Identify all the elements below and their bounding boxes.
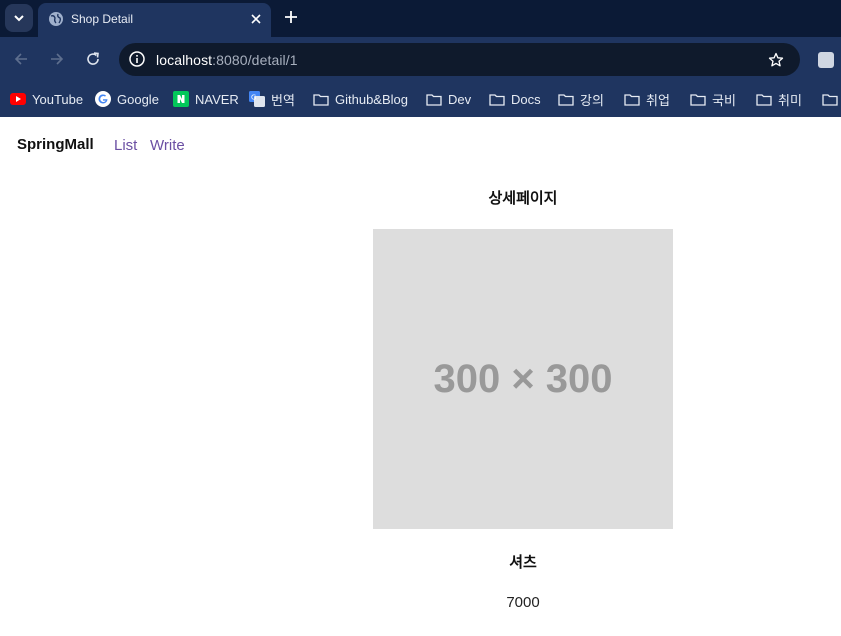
folder-icon — [426, 91, 442, 107]
bookmark-label: NAVER — [195, 91, 239, 107]
folder-icon — [624, 91, 640, 107]
plus-icon — [285, 11, 297, 23]
back-button[interactable] — [10, 48, 32, 70]
tab-title: Shop Detail — [71, 12, 134, 26]
forward-button[interactable] — [46, 48, 68, 70]
active-tab[interactable]: Shop Detail — [38, 3, 271, 37]
arrow-right-icon — [51, 53, 64, 65]
youtube-icon — [10, 91, 26, 107]
bookmark-label: 취업 — [646, 92, 670, 108]
url-text: localhost:8080/detail/1 — [156, 52, 298, 68]
folder-icon — [558, 91, 574, 107]
bookmark-folder-hobby[interactable]: 취미 — [756, 90, 802, 108]
nav-link-list[interactable]: List — [114, 137, 137, 154]
folder-icon — [313, 91, 329, 107]
folder-icon — [489, 91, 505, 107]
bookmark-label: Dev — [448, 91, 472, 107]
nav-link-write[interactable]: Write — [150, 137, 185, 154]
bookmark-label: 국비 — [712, 92, 736, 108]
bookmark-label: Google — [117, 91, 159, 107]
bookmark-youtube[interactable]: YouTube — [10, 90, 83, 108]
page-heading: 상세페이지 — [488, 190, 558, 207]
reload-icon — [87, 52, 99, 65]
tab-search-button[interactable] — [5, 4, 33, 32]
product-image: 300 × 300 — [373, 229, 673, 529]
google-icon — [95, 91, 111, 107]
bookmark-folder-overflow[interactable] — [822, 90, 838, 108]
tab-close-button[interactable] — [245, 8, 267, 30]
bookmark-label: Github&Blog — [335, 91, 408, 107]
bookmark-label: Docs — [511, 91, 541, 107]
star-icon — [768, 52, 784, 67]
url-host: localhost — [156, 52, 213, 68]
globe-icon — [49, 12, 63, 26]
bookmark-label: 강의 — [580, 92, 604, 108]
product-name: 셔츠 — [509, 554, 537, 571]
bookmark-folder-job[interactable]: 취업 — [624, 90, 670, 108]
product-price: 7000 — [506, 594, 540, 611]
bookmark-folder-dev[interactable]: Dev — [426, 90, 471, 108]
arrow-left-icon — [14, 53, 27, 65]
svg-text:G: G — [251, 94, 256, 102]
folder-icon — [756, 91, 772, 107]
image-placeholder-text: 300 × 300 — [433, 356, 613, 401]
address-bar[interactable]: localhost:8080/detail/1 — [119, 43, 800, 76]
bookmark-label: YouTube — [32, 91, 84, 107]
chevron-down-icon — [14, 15, 24, 22]
bookmark-label: 취미 — [778, 92, 802, 108]
new-tab-button[interactable] — [280, 5, 302, 29]
bookmark-star-button[interactable] — [765, 49, 787, 71]
browser-toolbar: localhost:8080/detail/1 — [0, 37, 841, 82]
folder-icon — [690, 91, 706, 107]
close-icon — [251, 14, 261, 24]
naver-icon — [173, 91, 189, 107]
bookmarks-bar: YouTube Google NAVER G 번역 Github&Blog De… — [0, 82, 841, 117]
bookmark-folder-lecture[interactable]: 강의 — [558, 90, 604, 108]
bookmark-folder-gukbi[interactable]: 국비 — [690, 90, 736, 108]
bookmark-google[interactable]: Google — [95, 90, 159, 108]
bookmark-translate[interactable]: G 번역 — [249, 90, 295, 108]
tab-strip: Shop Detail — [0, 0, 841, 37]
folder-icon — [822, 91, 838, 107]
reload-button[interactable] — [82, 48, 104, 70]
bookmark-folder-docs[interactable]: Docs — [489, 90, 541, 108]
bookmark-naver[interactable]: NAVER — [173, 90, 239, 108]
bookmark-folder-github-blog[interactable]: Github&Blog — [313, 90, 408, 108]
bookmark-label: 번역 — [271, 92, 295, 108]
profile-avatar[interactable] — [818, 52, 834, 68]
translate-icon: G — [249, 91, 265, 107]
info-icon — [129, 51, 145, 67]
brand-logo[interactable]: SpringMall — [17, 136, 94, 153]
url-path: :8080/detail/1 — [212, 52, 298, 68]
page-content: SpringMall List Write 상세페이지 300 × 300 셔츠… — [0, 117, 841, 636]
site-info-button[interactable] — [127, 49, 147, 69]
